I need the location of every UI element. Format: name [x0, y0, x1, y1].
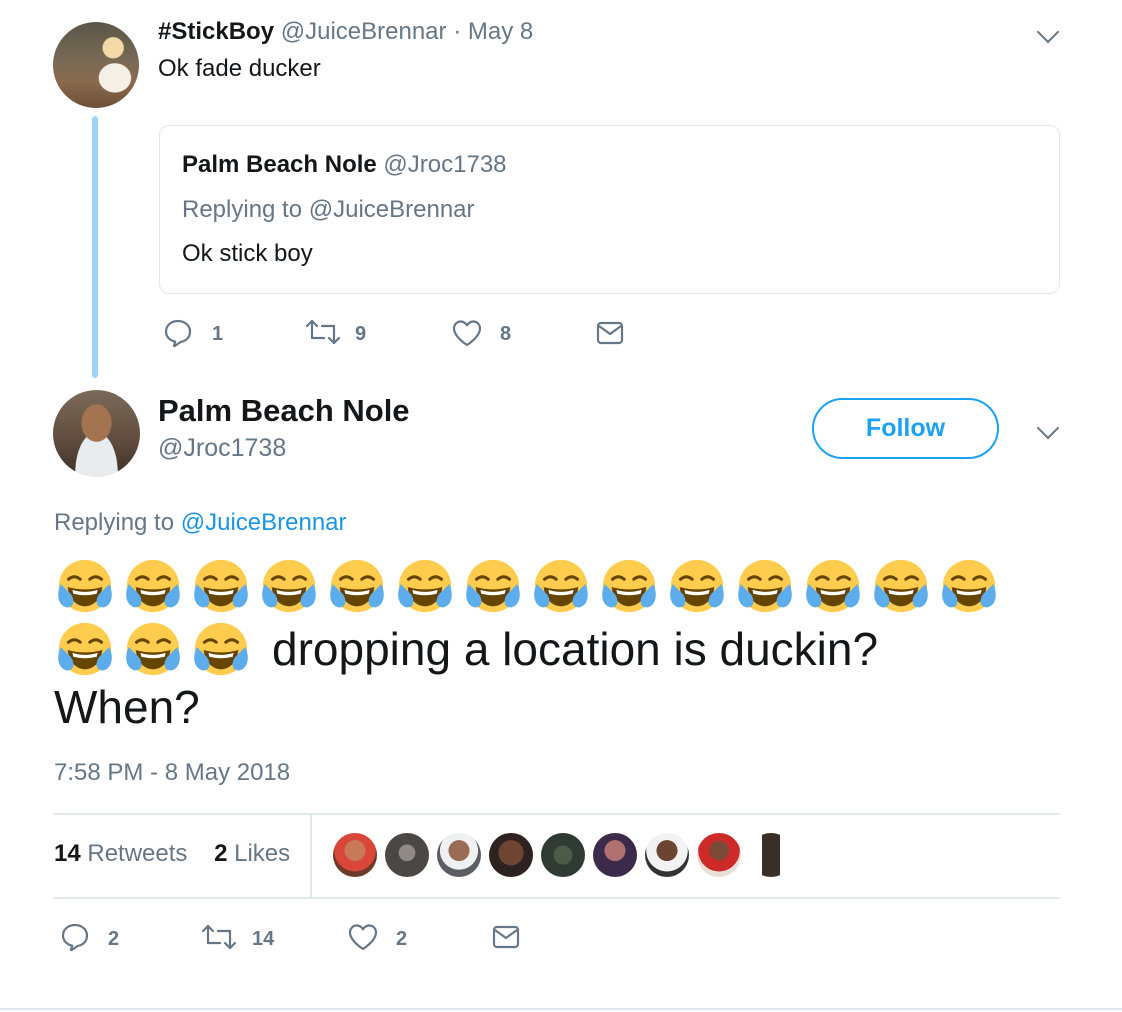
tears-of-joy-emoji [54, 618, 116, 680]
tears-of-joy-emoji [462, 555, 524, 617]
quoted-handle: @Jroc1738 [383, 151, 507, 178]
reply-count: 1 [212, 323, 224, 345]
tweet-date[interactable]: · May 8 [453, 18, 533, 45]
tweet-timestamp[interactable]: 7:58 PM - 8 May 2018 [54, 759, 290, 787]
tears-of-joy-emoji [598, 555, 660, 617]
divider [54, 813, 1060, 815]
tears-of-joy-emoji [54, 555, 116, 617]
quoted-tweet-text: Ok stick boy [182, 240, 313, 267]
heart-icon[interactable] [347, 922, 379, 952]
chevron-down-icon[interactable] [1036, 416, 1060, 440]
tweet-header: #StickBoy @JuiceBrennar · May 8 [158, 18, 533, 46]
liker-avatar[interactable] [385, 833, 429, 877]
liker-avatar[interactable] [437, 833, 481, 877]
liker-avatar[interactable] [541, 833, 585, 877]
tweet-text: When? [54, 681, 200, 733]
replying-to: Replying to @JuiceBrennar [54, 509, 347, 537]
quoted-tweet-header: Palm Beach Nole @Jroc1738 [182, 151, 507, 179]
tweet-text-line: dropping a location is duckin? [54, 616, 878, 682]
liker-avatar[interactable] [593, 833, 637, 877]
liker-avatar[interactable] [749, 833, 793, 877]
quoted-display-name: Palm Beach Nole [182, 151, 377, 178]
tweet-text: Ok fade ducker [158, 55, 321, 82]
retweet-icon[interactable] [305, 318, 341, 346]
like-count: 8 [500, 323, 512, 345]
handle[interactable]: @Jroc1738 [158, 434, 286, 463]
tears-of-joy-emoji [258, 555, 320, 617]
replying-to-link[interactable]: @JuiceBrennar [181, 509, 347, 536]
quoted-replying-to: Replying to @JuiceBrennar [182, 196, 475, 223]
follow-button[interactable]: Follow [812, 398, 999, 459]
reply-icon[interactable] [60, 922, 90, 952]
tears-of-joy-emoji [870, 555, 932, 617]
retweets-stat[interactable]: 14 Retweets [54, 840, 187, 867]
tears-of-joy-emoji [394, 555, 456, 617]
tears-of-joy-emoji [802, 555, 864, 617]
liker-avatar[interactable] [489, 833, 533, 877]
avatar-stickboy[interactable] [53, 22, 139, 108]
liker-avatar[interactable] [697, 833, 741, 877]
emoji-row [54, 555, 1006, 621]
tweet-text: dropping a location is duckin? [272, 623, 879, 675]
likes-stat-count: 2 [214, 840, 228, 867]
tears-of-joy-emoji [122, 555, 184, 617]
tears-of-joy-emoji [530, 555, 592, 617]
retweet-count: 9 [355, 323, 367, 345]
reply-count: 2 [108, 928, 120, 950]
tears-of-joy-emoji [326, 555, 388, 617]
tweet-stats: 14 Retweets 2 Likes [54, 840, 290, 868]
heart-icon[interactable] [451, 318, 483, 348]
avatar-palm-beach-nole[interactable] [53, 390, 140, 477]
like-count: 2 [396, 928, 408, 950]
tears-of-joy-emoji [122, 618, 184, 680]
tears-of-joy-emoji [666, 555, 728, 617]
tears-of-joy-emoji [190, 555, 252, 617]
tears-of-joy-emoji [734, 555, 796, 617]
chevron-down-icon[interactable] [1036, 20, 1060, 44]
likes-stat[interactable]: 2 Likes [214, 840, 290, 867]
emoji-row [54, 618, 258, 680]
divider [310, 813, 312, 898]
tears-of-joy-emoji [190, 618, 252, 680]
handle[interactable]: @JuiceBrennar [281, 18, 447, 45]
tears-of-joy-emoji [938, 555, 1000, 617]
liker-avatar[interactable] [333, 833, 377, 877]
divider [54, 897, 1060, 899]
thread-connector [92, 116, 98, 378]
retweet-count: 14 [252, 928, 275, 950]
retweet-icon[interactable] [201, 923, 237, 951]
divider [0, 1008, 1122, 1010]
display-name[interactable]: Palm Beach Nole [158, 393, 410, 429]
reply-icon[interactable] [163, 318, 193, 348]
retweets-stat-count: 14 [54, 840, 81, 867]
liker-avatars [333, 833, 801, 877]
envelope-icon[interactable] [492, 925, 520, 949]
replying-to-label: Replying to [54, 509, 175, 536]
liker-avatar[interactable] [645, 833, 689, 877]
likes-stat-label: Likes [234, 840, 291, 867]
envelope-icon[interactable] [596, 321, 624, 345]
display-name[interactable]: #StickBoy [158, 18, 274, 45]
retweets-stat-label: Retweets [87, 840, 188, 867]
